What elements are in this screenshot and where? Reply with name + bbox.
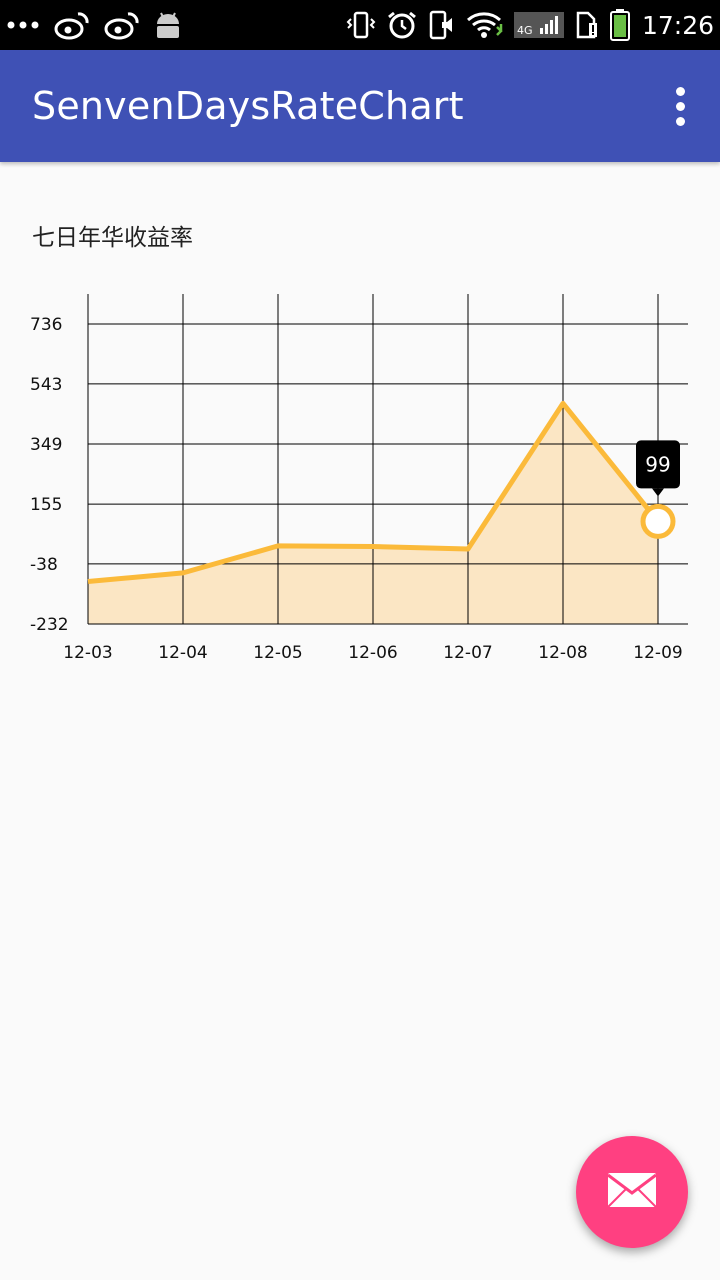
x-tick-label: 12-07 xyxy=(443,643,492,663)
chart-title: 七日年华收益率 xyxy=(32,225,193,251)
battery-icon xyxy=(609,0,630,50)
x-tick-label: 12-05 xyxy=(253,643,302,663)
y-tick-label: -38 xyxy=(30,555,58,575)
app-bar: SenvenDaysRateChart xyxy=(0,50,720,162)
y-tick-label: 543 xyxy=(30,375,62,395)
clock-time: 17:26 xyxy=(641,10,714,40)
android-icon xyxy=(154,0,182,50)
x-tick-label: 12-08 xyxy=(538,643,587,663)
sim-icon xyxy=(574,0,600,50)
x-tick-label: 12-09 xyxy=(633,643,682,663)
status-bar: 4G 17:26 xyxy=(0,0,720,50)
y-tick-label: 349 xyxy=(30,435,62,455)
more-dots-icon xyxy=(6,0,40,50)
x-tick-label: 12-06 xyxy=(348,643,397,663)
sound-icon xyxy=(428,0,456,50)
tooltip-pointer xyxy=(652,488,664,497)
mail-icon xyxy=(606,1171,658,1213)
signal-icon: 4G xyxy=(513,0,564,50)
y-tick-label: 736 xyxy=(30,315,62,335)
wifi-icon xyxy=(466,0,504,50)
y-tick-label: 155 xyxy=(30,495,62,515)
weibo-icon xyxy=(54,0,90,50)
rate-chart: 736 543 349 155 -38 -232 12-03 12-04 12-05 12-06 1… xyxy=(30,294,688,663)
x-tick-label: 12-04 xyxy=(158,643,207,663)
mail-fab-button[interactable] xyxy=(576,1136,688,1248)
y-tick-label: -232 xyxy=(30,615,69,635)
tooltip-value: 99 xyxy=(645,452,670,476)
highlight-point xyxy=(640,503,676,539)
x-tick-label: 12-03 xyxy=(63,643,112,663)
weibo-icon xyxy=(104,0,140,50)
vibrate-icon xyxy=(346,0,376,50)
network-type-label: 4G xyxy=(517,24,533,37)
more-vert-icon[interactable] xyxy=(660,78,700,134)
alarm-icon xyxy=(386,0,418,50)
app-title: SenvenDaysRateChart xyxy=(32,84,464,128)
